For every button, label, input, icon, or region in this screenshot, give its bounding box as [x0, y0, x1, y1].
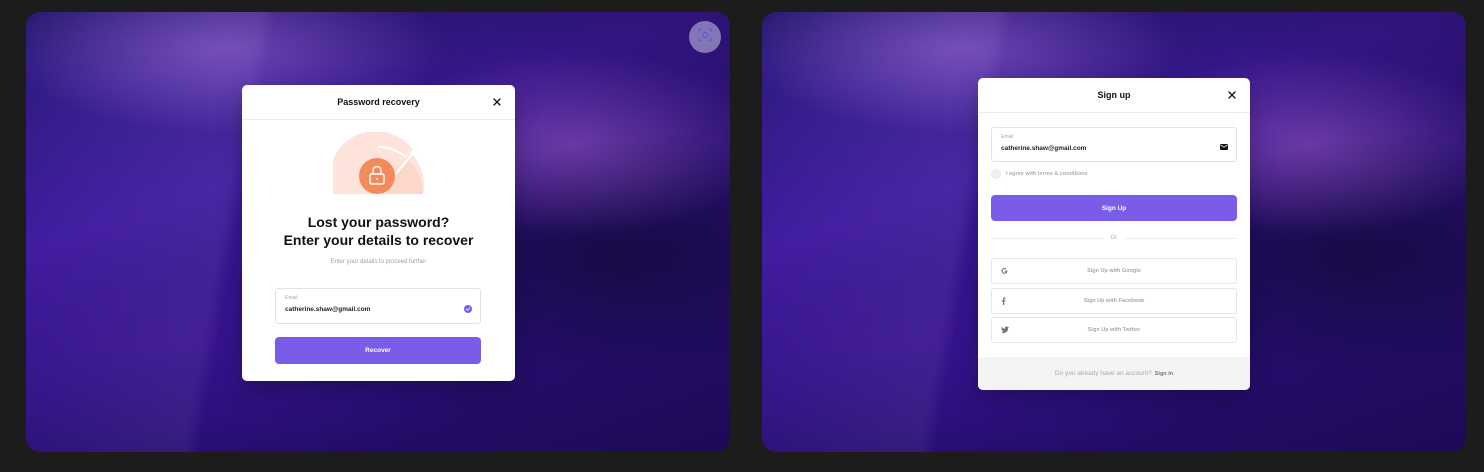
twitter-icon	[1001, 326, 1009, 334]
terms-checkbox[interactable]	[991, 169, 1001, 179]
sign-up-google-button[interactable]: Sign Up with Google	[991, 258, 1237, 284]
or-divider: Or	[991, 235, 1238, 241]
footer-text: Do you already have an account?	[1054, 370, 1152, 377]
facebook-label: Sign Up with Facebook	[1083, 298, 1145, 304]
password-recovery-modal: Password recovery Lost your password? En…	[242, 85, 515, 381]
recovery-headline: Lost your password? Enter your details t…	[242, 213, 515, 249]
recovery-subtext: Enter your details to proceed further	[330, 259, 427, 265]
facebook-icon	[1001, 297, 1006, 305]
email-field[interactable]: Email catherine.shaw@gmail.com	[991, 127, 1237, 162]
google-label: Sign Up with Google	[1087, 268, 1141, 274]
sign-up-modal: Sign up Email catherine.shaw@gmail.com I…	[978, 78, 1250, 390]
headline-line-1: Lost your password?	[307, 214, 450, 230]
terms-checkbox-row[interactable]: I agree with terms & conditions	[991, 169, 1088, 179]
check-circle-icon	[464, 305, 472, 313]
email-field[interactable]: Email catherine.shaw@gmail.com	[275, 288, 481, 324]
modal-title: Sign up	[1097, 90, 1131, 100]
divider-line	[1125, 237, 1238, 239]
recover-button[interactable]: Recover	[275, 337, 481, 364]
scan-button[interactable]	[689, 21, 721, 53]
google-icon	[1001, 267, 1008, 275]
lock-illustration	[329, 130, 425, 201]
divider-line	[991, 237, 1103, 239]
close-icon	[1228, 91, 1236, 99]
terms-label: I agree with terms & conditions	[1006, 171, 1088, 177]
left-preview-panel: Password recovery Lost your password? En…	[26, 12, 730, 452]
sign-up-button[interactable]: Sign Up	[991, 195, 1237, 221]
sign-up-footer: Do you already have an account? Sign in	[978, 357, 1250, 390]
twitter-label: Sign Up with Twitter	[1087, 327, 1141, 333]
close-button[interactable]	[1226, 89, 1238, 101]
email-label: Email	[285, 295, 298, 301]
mail-icon	[1220, 144, 1228, 150]
sign-up-facebook-button[interactable]: Sign Up with Facebook	[991, 288, 1237, 314]
modal-header: Password recovery	[242, 85, 515, 120]
email-value: catherine.shaw@gmail.com	[285, 306, 371, 313]
or-label: Or	[1110, 235, 1118, 241]
email-label: Email	[1001, 134, 1014, 140]
sign-in-link[interactable]: Sign in	[1155, 371, 1173, 377]
headline-line-2: Enter your details to recover	[283, 232, 474, 248]
modal-header: Sign up	[978, 78, 1250, 113]
close-icon	[493, 98, 501, 106]
close-button[interactable]	[491, 96, 503, 108]
email-value: catherine.shaw@gmail.com	[1001, 145, 1087, 152]
right-preview-panel: Sign up Email catherine.shaw@gmail.com I…	[762, 12, 1466, 452]
sign-up-twitter-button[interactable]: Sign Up with Twitter	[991, 317, 1237, 343]
modal-title: Password recovery	[337, 97, 420, 107]
scan-icon	[697, 27, 713, 48]
